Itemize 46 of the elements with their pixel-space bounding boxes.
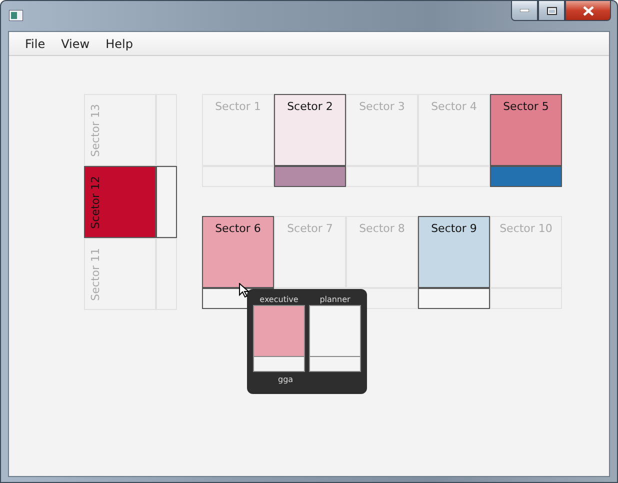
sector-tile[interactable]: Sector 8 [346,216,418,288]
close-icon [582,6,594,16]
sector-tile[interactable]: Scetor 12 [84,166,156,238]
sector-tile[interactable]: Sector 4 [418,94,490,166]
sector-strip [156,238,177,310]
sector-label: Sector 9 [431,221,477,237]
sector-tile[interactable]: Sector 3 [346,94,418,166]
sector-label: Sector 10 [500,221,552,237]
tooltip-footer: gga [278,375,294,384]
sector-strip [156,94,177,166]
sector-label: Scetor 2 [287,99,333,115]
menu-item[interactable]: View [53,36,98,50]
sector-tile[interactable]: Scetor 7 [274,216,346,288]
app-icon [9,10,23,21]
close-button[interactable] [565,1,611,21]
sector-tile[interactable]: Sector 11 [84,238,156,310]
sector-tile[interactable]: Sector 6 [202,216,274,288]
sector-label: Sector 11 [89,248,102,300]
cursor-icon [239,283,249,298]
tooltip-heading: executive [260,294,298,305]
sector-strip [346,166,418,187]
maximize-icon [546,6,556,14]
sector-label: Sector 1 [215,99,261,115]
sector-strip [418,166,490,187]
sector-label: Sector 13 [89,104,102,156]
tooltip-heading: planner [320,294,350,305]
sector-tile[interactable]: Sector 1 [202,94,274,166]
sector-label: Scetor 12 [89,176,102,228]
sector-strip [202,166,274,187]
menu-item[interactable]: File [17,36,54,50]
sector-tile[interactable]: Sector 5 [490,94,562,166]
sector-tile[interactable]: Scetor 2 [274,94,346,166]
sector-tile[interactable]: Sector 9 [418,216,490,288]
sector-label: Sector 6 [215,221,261,237]
sector-strip [490,288,562,309]
sector-label: Sector 4 [431,99,477,115]
sector-tile[interactable]: Sector 10 [490,216,562,288]
sector-label: Scetor 7 [287,221,333,237]
sector-tile[interactable]: Sector 13 [84,94,156,166]
sector-label: Sector 3 [359,99,405,115]
maximize-button[interactable] [538,1,565,21]
menu-item[interactable]: Help [98,36,141,50]
minimize-button[interactable] [511,1,538,21]
sector-label: Sector 5 [503,99,549,115]
minimize-icon [520,9,529,12]
sector-label: Sector 8 [359,221,405,237]
